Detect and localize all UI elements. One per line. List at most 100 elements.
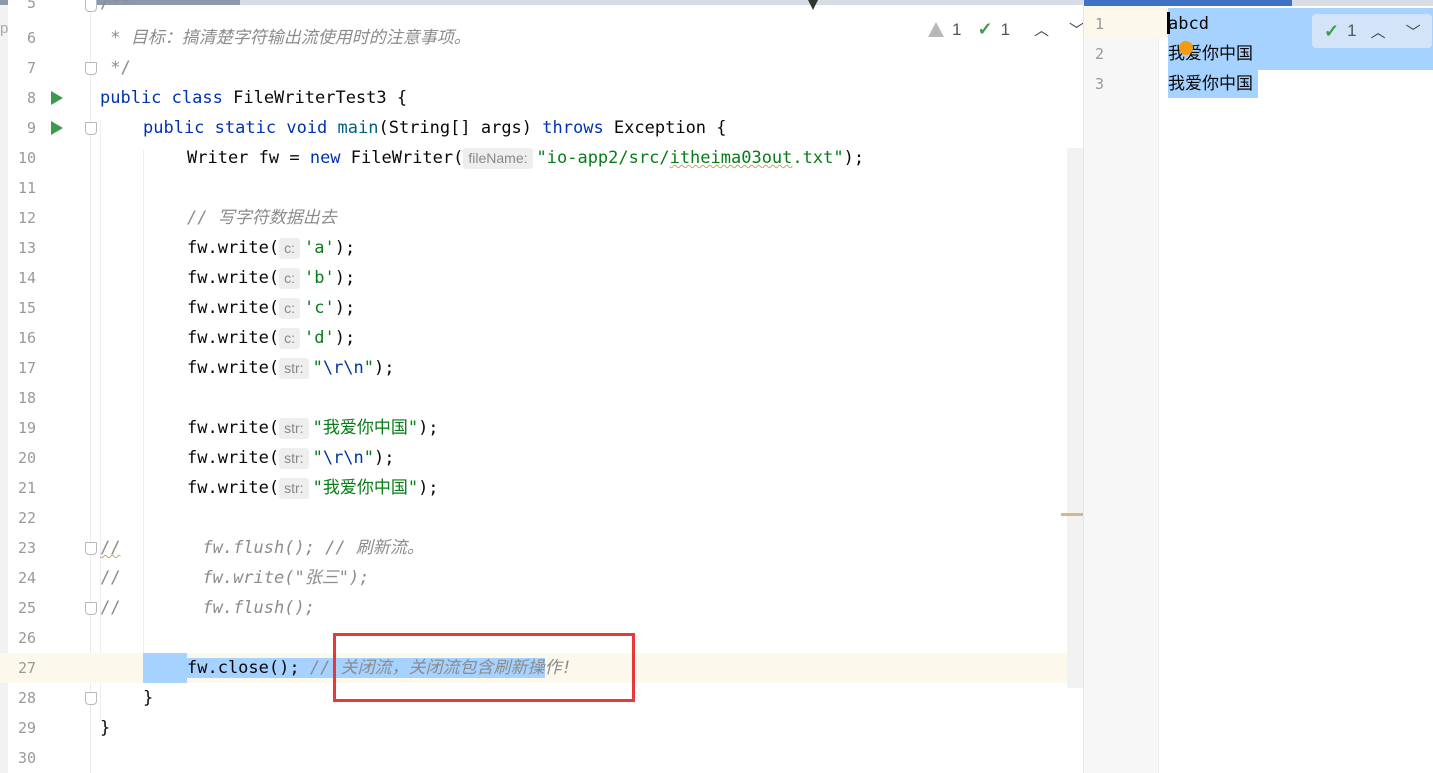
fold-icon[interactable] bbox=[85, 0, 97, 12]
code-line[interactable]: 29 } bbox=[0, 713, 1083, 743]
code-line[interactable]: 25 // fw.flush(); bbox=[0, 593, 1083, 623]
check-icon[interactable]: ✓ bbox=[977, 19, 992, 40]
comment-prefix: // bbox=[100, 598, 121, 618]
keyword: public bbox=[100, 88, 162, 108]
param-hint: str: bbox=[279, 418, 309, 439]
keyword: class bbox=[171, 88, 223, 108]
char-literal: 'b' bbox=[304, 268, 335, 288]
code-line[interactable]: 6 * 目标：搞清楚字符输出流使用时的注意事项。 bbox=[0, 23, 1083, 53]
line-number: 24 bbox=[17, 569, 36, 587]
code-line[interactable]: 20 fw.write(str: "\r\n"); bbox=[0, 443, 1083, 473]
code-text: // fw.flush(); // 刷新流。 bbox=[100, 533, 424, 563]
output-inspection-widget[interactable]: ✓ 1 ︿ ﹀ bbox=[1312, 14, 1432, 48]
code-line[interactable]: 10 Writer fw = new FileWriter(fileName: "… bbox=[0, 143, 1083, 173]
string-literal: "我爱你中国" bbox=[312, 418, 419, 438]
code-line[interactable]: 24 // fw.write("张三"); bbox=[0, 563, 1083, 593]
code-punct: ); bbox=[334, 328, 356, 348]
code-line[interactable]: 13 fw.write(c:'a'); bbox=[0, 233, 1083, 263]
code-line[interactable]: 16 fw.write(c:'d'); bbox=[0, 323, 1083, 353]
chevron-down-icon[interactable]: ﹀ bbox=[1400, 21, 1427, 42]
line-number: 15 bbox=[17, 299, 36, 317]
keyword: static bbox=[214, 118, 277, 138]
keyword: throws bbox=[542, 118, 604, 138]
line-number: 22 bbox=[17, 509, 36, 527]
code-line[interactable]: 9 public static void main(String[] args)… bbox=[0, 113, 1083, 143]
code-brace: } bbox=[143, 688, 154, 708]
code-call: fw.write( bbox=[187, 448, 280, 468]
code-line[interactable]: 7 */ bbox=[0, 53, 1083, 83]
code-punct: { bbox=[386, 88, 408, 108]
string-quote: " bbox=[363, 448, 375, 468]
run-icon[interactable] bbox=[51, 121, 63, 135]
line-number: 28 bbox=[17, 689, 36, 707]
code-comment: fw.write("张三"); bbox=[120, 568, 370, 588]
code-text: fw.write(c:'d'); bbox=[187, 323, 355, 353]
editor-scrollbar[interactable] bbox=[1067, 148, 1083, 688]
code-line[interactable]: 11 bbox=[0, 173, 1083, 203]
code-text: fw.write(str: "我爱你中国"); bbox=[187, 413, 439, 443]
output-file-editor[interactable]: 1 abcd 2 我爱你中国 3 我爱你中国 ✓ 1 ︿ ﹀ bbox=[1083, 0, 1433, 773]
string-quote: " bbox=[312, 448, 323, 468]
code-line[interactable]: 15 fw.write(c:'c'); bbox=[0, 293, 1083, 323]
code-line[interactable]: 23 // fw.flush(); // 刷新流。 bbox=[0, 533, 1083, 563]
code-line[interactable]: 30 bbox=[0, 743, 1083, 773]
annotation-box bbox=[333, 633, 635, 702]
code-comment: fw.flush(); // 刷新流。 bbox=[120, 538, 424, 558]
output-line[interactable]: 3 我爱你中国 bbox=[1084, 69, 1433, 99]
scroll-marker bbox=[1061, 513, 1083, 516]
code-editor[interactable]: p 5 /** 6 * 目标：搞清楚字符输出流使用时的注意事项。 7 */ 8 … bbox=[0, 0, 1083, 773]
chevron-down-icon[interactable]: ﹀ bbox=[1063, 19, 1083, 40]
code-line[interactable]: 22 bbox=[0, 503, 1083, 533]
check-count: 1 bbox=[1000, 19, 1011, 39]
code-punct: ); bbox=[843, 148, 865, 168]
code-line[interactable]: 5 /** bbox=[0, 0, 1083, 18]
run-icon[interactable] bbox=[51, 91, 63, 105]
string-literal: "io-app2/src/ bbox=[536, 148, 670, 168]
char-literal: 'd' bbox=[304, 328, 335, 348]
string-literal: "我爱你中国" bbox=[312, 478, 419, 498]
code-line[interactable]: 14 fw.write(c:'b'); bbox=[0, 263, 1083, 293]
fold-end-icon[interactable] bbox=[85, 62, 97, 75]
code-line[interactable]: 18 bbox=[0, 383, 1083, 413]
code-line[interactable]: 12 // 写字符数据出去 bbox=[0, 203, 1083, 233]
line-number: 5 bbox=[26, 0, 36, 12]
fold-icon[interactable] bbox=[85, 542, 97, 555]
keyword: public bbox=[143, 118, 205, 138]
code-line[interactable]: 21 fw.write(str: "我爱你中国"); bbox=[0, 473, 1083, 503]
code-call: fw.write( bbox=[187, 268, 280, 288]
keyword: new bbox=[309, 148, 341, 168]
line-number: 25 bbox=[17, 599, 36, 617]
code-line[interactable]: 8 public class FileWriterTest3 { bbox=[0, 83, 1083, 113]
doc-comment: */ bbox=[100, 58, 131, 78]
line-number: 2 bbox=[1094, 45, 1104, 63]
check-icon[interactable]: ✓ bbox=[1324, 21, 1339, 42]
code-text: fw.write(str: "我爱你中国"); bbox=[187, 473, 439, 503]
line-number: 23 bbox=[17, 539, 36, 557]
code-text: fw.write(str: "\r\n"); bbox=[187, 443, 395, 473]
warning-icon[interactable] bbox=[928, 22, 944, 37]
fold-end-icon[interactable] bbox=[85, 692, 97, 705]
line-number: 16 bbox=[17, 329, 36, 347]
param-hint: str: bbox=[279, 478, 309, 499]
keyword: void bbox=[286, 118, 328, 138]
code-punct: ); bbox=[374, 448, 395, 468]
chevron-up-icon[interactable]: ︿ bbox=[1028, 19, 1055, 40]
inspection-widget[interactable]: 1 ✓ 1 ︿ ﹀ bbox=[928, 19, 1083, 40]
code-text: public static void main(String[] args) t… bbox=[143, 113, 727, 143]
code-line[interactable]: 17 fw.write(str: "\r\n"); bbox=[0, 353, 1083, 383]
code-punct: ); bbox=[334, 298, 356, 318]
line-number: 13 bbox=[17, 239, 36, 257]
param-hint: c: bbox=[279, 238, 301, 259]
fold-icon[interactable] bbox=[85, 122, 97, 135]
code-line[interactable]: 19 fw.write(str: "我爱你中国"); bbox=[0, 413, 1083, 443]
chevron-up-icon[interactable]: ︿ bbox=[1365, 21, 1392, 42]
param-hint: c: bbox=[279, 268, 301, 289]
fold-end-icon[interactable] bbox=[85, 602, 97, 615]
line-number: 20 bbox=[17, 449, 36, 467]
doc-comment: * 目标：搞清楚字符输出流使用时的注意事项。 bbox=[100, 28, 471, 48]
code-text: Writer fw = new FileWriter(fileName: "io-… bbox=[187, 143, 864, 173]
method-name: main bbox=[337, 118, 379, 138]
output-tab-bar bbox=[1292, 0, 1433, 6]
code-call: fw.write( bbox=[187, 478, 280, 498]
code-call: FileWriter( bbox=[340, 148, 464, 168]
